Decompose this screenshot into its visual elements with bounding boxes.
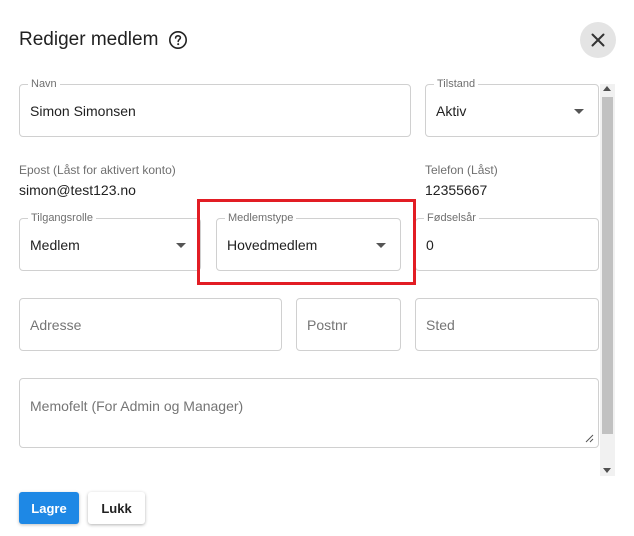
close-button[interactable] — [580, 22, 616, 58]
access-role-dropdown-caret-icon — [176, 242, 186, 248]
resize-handle-icon[interactable] — [584, 433, 594, 443]
email-readonly: Epost (Låst for aktivert konto) simon@te… — [19, 163, 176, 198]
birth-year-field[interactable]: Fødselsår 0 — [415, 212, 599, 271]
highlight-box — [197, 199, 416, 285]
access-role-select[interactable]: Tilgangsrolle Medlem — [19, 212, 201, 271]
dialog-header: Rediger medlem — [19, 24, 188, 56]
postal-code-input[interactable]: Postnr — [296, 298, 401, 351]
email-value: simon@test123.no — [19, 182, 136, 198]
status-value: Aktiv — [436, 102, 467, 119]
dialog-title: Rediger medlem — [19, 29, 159, 50]
status-dropdown-caret-icon — [574, 108, 584, 114]
postal-code-placeholder: Postnr — [307, 316, 348, 333]
name-field[interactable]: Navn Simon Simonsen — [19, 78, 411, 137]
scrollbar[interactable] — [600, 84, 615, 476]
close-dialog-button[interactable]: Lukk — [88, 492, 145, 524]
address-input[interactable]: Adresse — [19, 298, 282, 351]
memo-placeholder: Memofelt (For Admin og Manager) — [30, 398, 244, 414]
scroll-thumb[interactable] — [602, 97, 613, 434]
help-circle-icon[interactable] — [168, 30, 188, 50]
address-placeholder: Adresse — [30, 316, 82, 333]
birth-year-value: 0 — [426, 236, 434, 253]
memo-textarea[interactable]: Memofelt (For Admin og Manager) — [19, 378, 599, 448]
access-role-value: Medlem — [30, 236, 80, 253]
email-label: Epost (Låst for aktivert konto) — [19, 163, 176, 177]
phone-label: Telefon (Låst) — [425, 163, 498, 177]
name-value: Simon Simonsen — [30, 102, 136, 119]
close-icon — [591, 33, 605, 47]
city-input[interactable]: Sted — [415, 298, 599, 351]
scroll-down-arrow-icon[interactable] — [603, 468, 611, 473]
city-placeholder: Sted — [426, 316, 455, 333]
status-select[interactable]: Tilstand Aktiv — [425, 78, 599, 137]
scroll-up-arrow-icon[interactable] — [603, 86, 611, 91]
phone-readonly: Telefon (Låst) 12355667 — [425, 163, 498, 198]
phone-value: 12355667 — [425, 182, 488, 198]
save-button[interactable]: Lagre — [19, 492, 79, 524]
